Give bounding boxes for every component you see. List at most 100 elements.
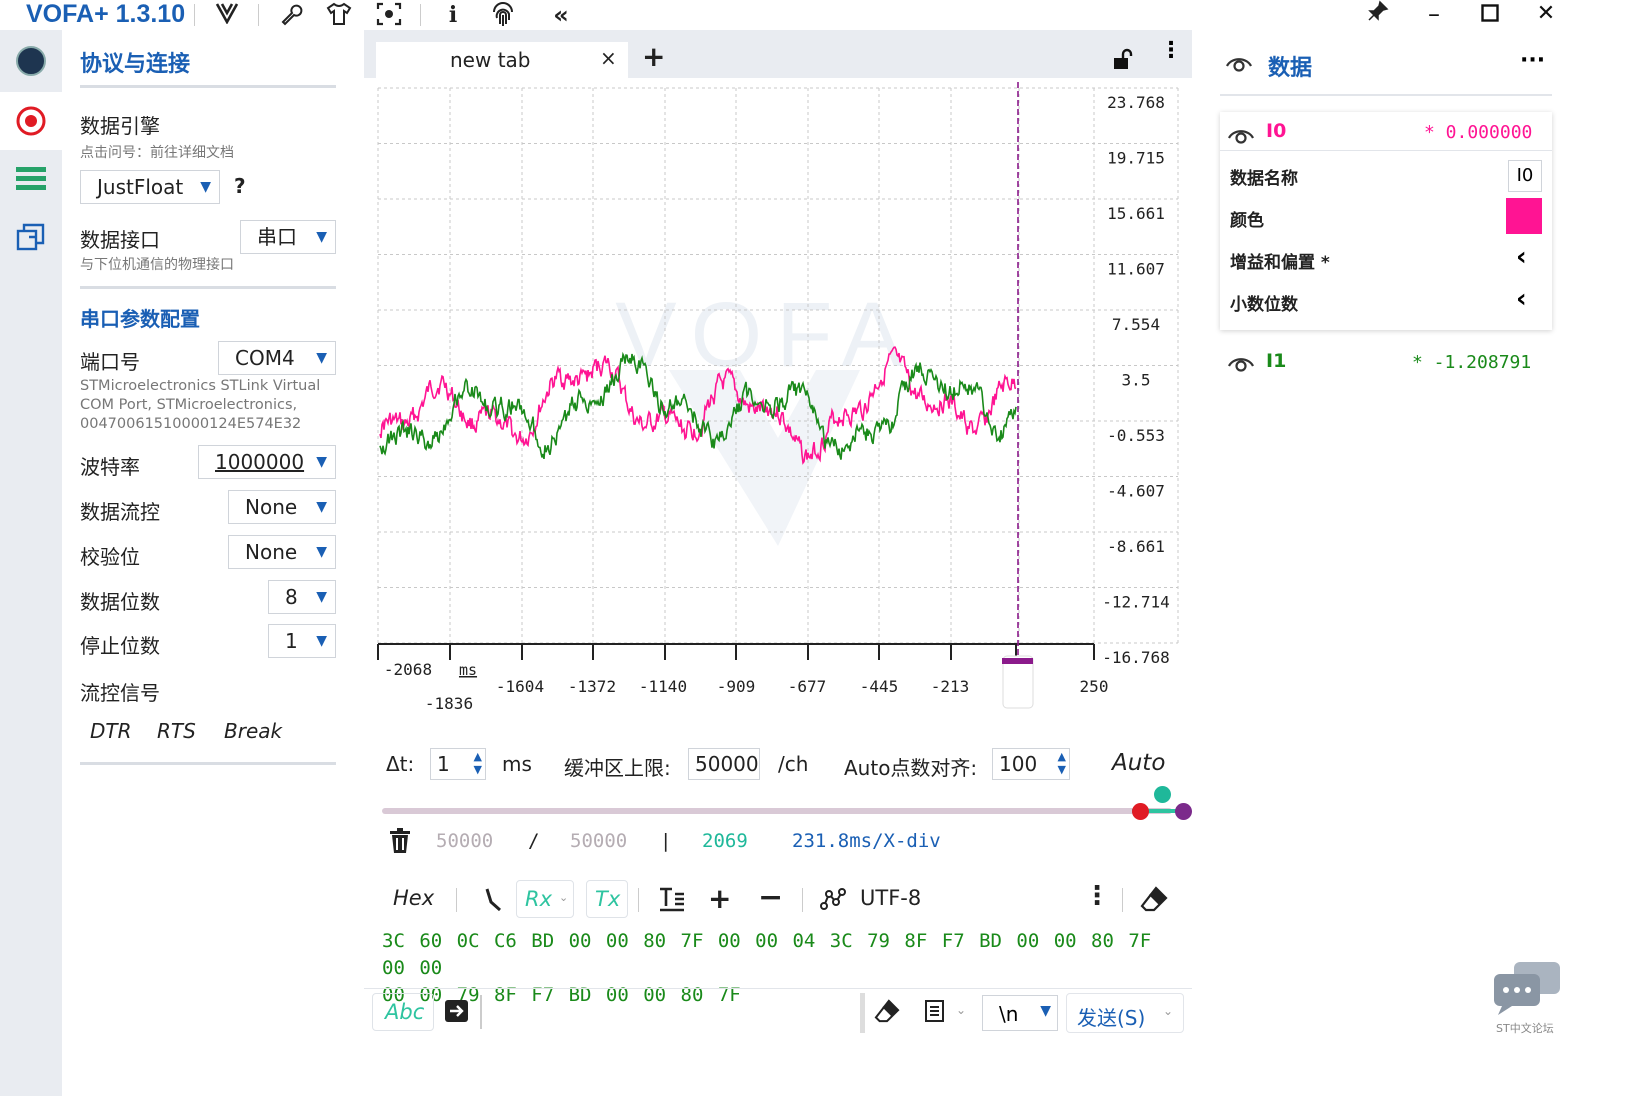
tx-toggle[interactable]: Tx [586,880,628,918]
spin-arrows-icon[interactable]: ▲ ▼ [474,750,482,776]
auto-button[interactable]: Auto [1112,750,1165,776]
connect-toggle-icon[interactable] [0,32,62,90]
zoom-in-icon[interactable]: + [708,882,731,915]
windows-icon[interactable] [0,208,62,266]
x-tick-label: -1604 [496,677,544,696]
dt-value: 1 [437,752,450,776]
maximize-button[interactable] [1470,0,1510,30]
close-button[interactable]: ✕ [1526,0,1566,30]
chevron-left-icon[interactable]: ‹ [1516,284,1527,314]
range-end-handle[interactable] [1175,803,1192,820]
chevron-left-icon[interactable]: ‹ [1516,242,1527,272]
x-tick-label: -1372 [568,677,616,696]
chevron-down-icon[interactable]: ⌄ [956,1003,966,1017]
y-tick-label: -12.714 [1102,593,1169,612]
encoding-selector[interactable]: UTF-8 [860,886,921,910]
unlock-icon[interactable] [1112,48,1134,74]
watermark-text: VOFA [615,284,916,386]
toolbar-separator [456,888,457,912]
close-icon[interactable]: × [600,46,617,70]
x-tick-label: -909 [717,677,756,696]
pin-icon[interactable] [1358,0,1398,30]
dt-spinbox[interactable]: 1 ▲ ▼ [430,748,486,780]
tab-new-tab[interactable]: new tab × [376,42,628,78]
eye-icon[interactable] [1226,52,1252,76]
shirt-icon[interactable] [326,2,352,28]
send-mode-toggle[interactable]: Abc [372,993,434,1031]
engine-help-button[interactable]: ? [234,174,246,198]
more-vertical-icon[interactable]: ⋮ [1084,883,1110,909]
parity-dropdown[interactable]: None ▼ [228,535,336,569]
range-slider-track[interactable] [382,808,1172,814]
eraser-icon[interactable] [874,999,900,1027]
x-unit-label: ms [459,661,477,679]
plot-canvas[interactable]: VOFA 23.768 19.715 15.661 11.607 7.554 3.5 -0.5… [364,78,1192,728]
divider [80,85,336,88]
chevron-down-icon: ▼ [316,454,327,470]
databits-label: 数据位数 [80,590,160,614]
zoom-out-icon[interactable]: − [758,880,783,915]
add-tab-icon[interactable]: + [642,40,665,73]
wrench-icon[interactable] [278,2,304,28]
send-button[interactable]: 发送(S) ⌄ [1066,993,1184,1033]
eye-icon[interactable] [1228,352,1254,376]
break-button[interactable]: Break [224,719,282,743]
waveform-plot[interactable]: VOFA 23.768 19.715 15.661 11.607 7.554 3.5 -0.5… [364,78,1192,728]
panel-title: 数据 [1268,56,1313,81]
stat-separator: / [528,830,540,852]
channel-row-I1[interactable]: I1 * -1.208791 [1220,342,1552,386]
rts-button[interactable]: RTS [157,719,196,743]
buffer-input[interactable]: 50000 [688,748,760,780]
range-middle-handle[interactable] [1154,786,1171,803]
line-ending-dropdown[interactable]: \n ▼ [982,995,1058,1031]
port-dropdown[interactable]: COM4 ▼ [218,341,336,375]
text-format-icon[interactable] [658,886,686,916]
more-icon[interactable]: ··· [1520,48,1545,73]
command-list-icon[interactable] [0,150,62,208]
rx-toggle[interactable]: Rx ⌄ [516,880,574,918]
buffer-limit: 50000 [570,830,628,852]
cursor-handle [1002,658,1033,664]
range-start-handle[interactable] [1132,803,1149,820]
color-swatch[interactable] [1506,198,1542,234]
flow-dropdown[interactable]: None ▼ [228,490,336,524]
info-icon[interactable]: i [440,2,466,28]
auto-align-spinbox[interactable]: 100 ▲ ▼ [992,748,1070,780]
chevron-down-icon: ▼ [316,350,327,366]
engine-dropdown[interactable]: JustFloat ▼ [80,170,220,204]
vofa-logo-icon[interactable] [214,2,240,28]
send-file-icon[interactable] [444,999,470,1027]
minimize-button[interactable]: – [1414,0,1454,30]
history-icon[interactable] [924,999,946,1027]
more-vertical-icon[interactable]: ⋮ [1160,40,1182,62]
dtr-button[interactable]: DTR [90,719,132,743]
eraser-icon[interactable] [1140,886,1168,916]
spin-arrows-icon[interactable]: ▲ ▼ [1058,750,1066,776]
stopbits-dropdown[interactable]: 1 ▼ [268,624,336,658]
interface-dropdown[interactable]: 串口 ▼ [240,220,336,254]
auto-align-value: 100 [999,752,1038,776]
graph-icon[interactable] [820,888,846,914]
trash-icon[interactable] [388,828,412,858]
databits-dropdown[interactable]: 8 ▼ [268,580,336,614]
name-input[interactable]: I0 [1508,160,1542,192]
toolbar-separator [480,995,482,1029]
collapse-left-icon[interactable]: « [548,2,574,28]
send-input[interactable] [490,993,854,1031]
fingerprint-icon[interactable] [490,2,516,28]
splitter[interactable] [860,993,865,1033]
port-label: 端口号 [80,350,140,374]
data-toolbar: Hex Rx ⌄ Tx + − UTF-8 ⋮ [364,880,1192,920]
interface-value: 串口 [257,225,297,249]
databits-value: 8 [285,585,298,609]
baud-dropdown[interactable]: 1000000 ▼ [198,445,336,479]
hex-toggle[interactable]: Hex [393,886,434,910]
port-description-1: STMicroelectronics STLink Virtual [80,378,321,394]
chevron-down-icon: ▼ [316,589,327,605]
x-tick-label: -677 [788,677,827,696]
capture-icon[interactable] [376,2,402,28]
protocol-connection-icon[interactable] [0,92,62,150]
decimals-label: 小数位数 [1230,295,1298,315]
timestamp-icon[interactable] [482,886,504,916]
eye-icon[interactable] [1228,124,1254,148]
